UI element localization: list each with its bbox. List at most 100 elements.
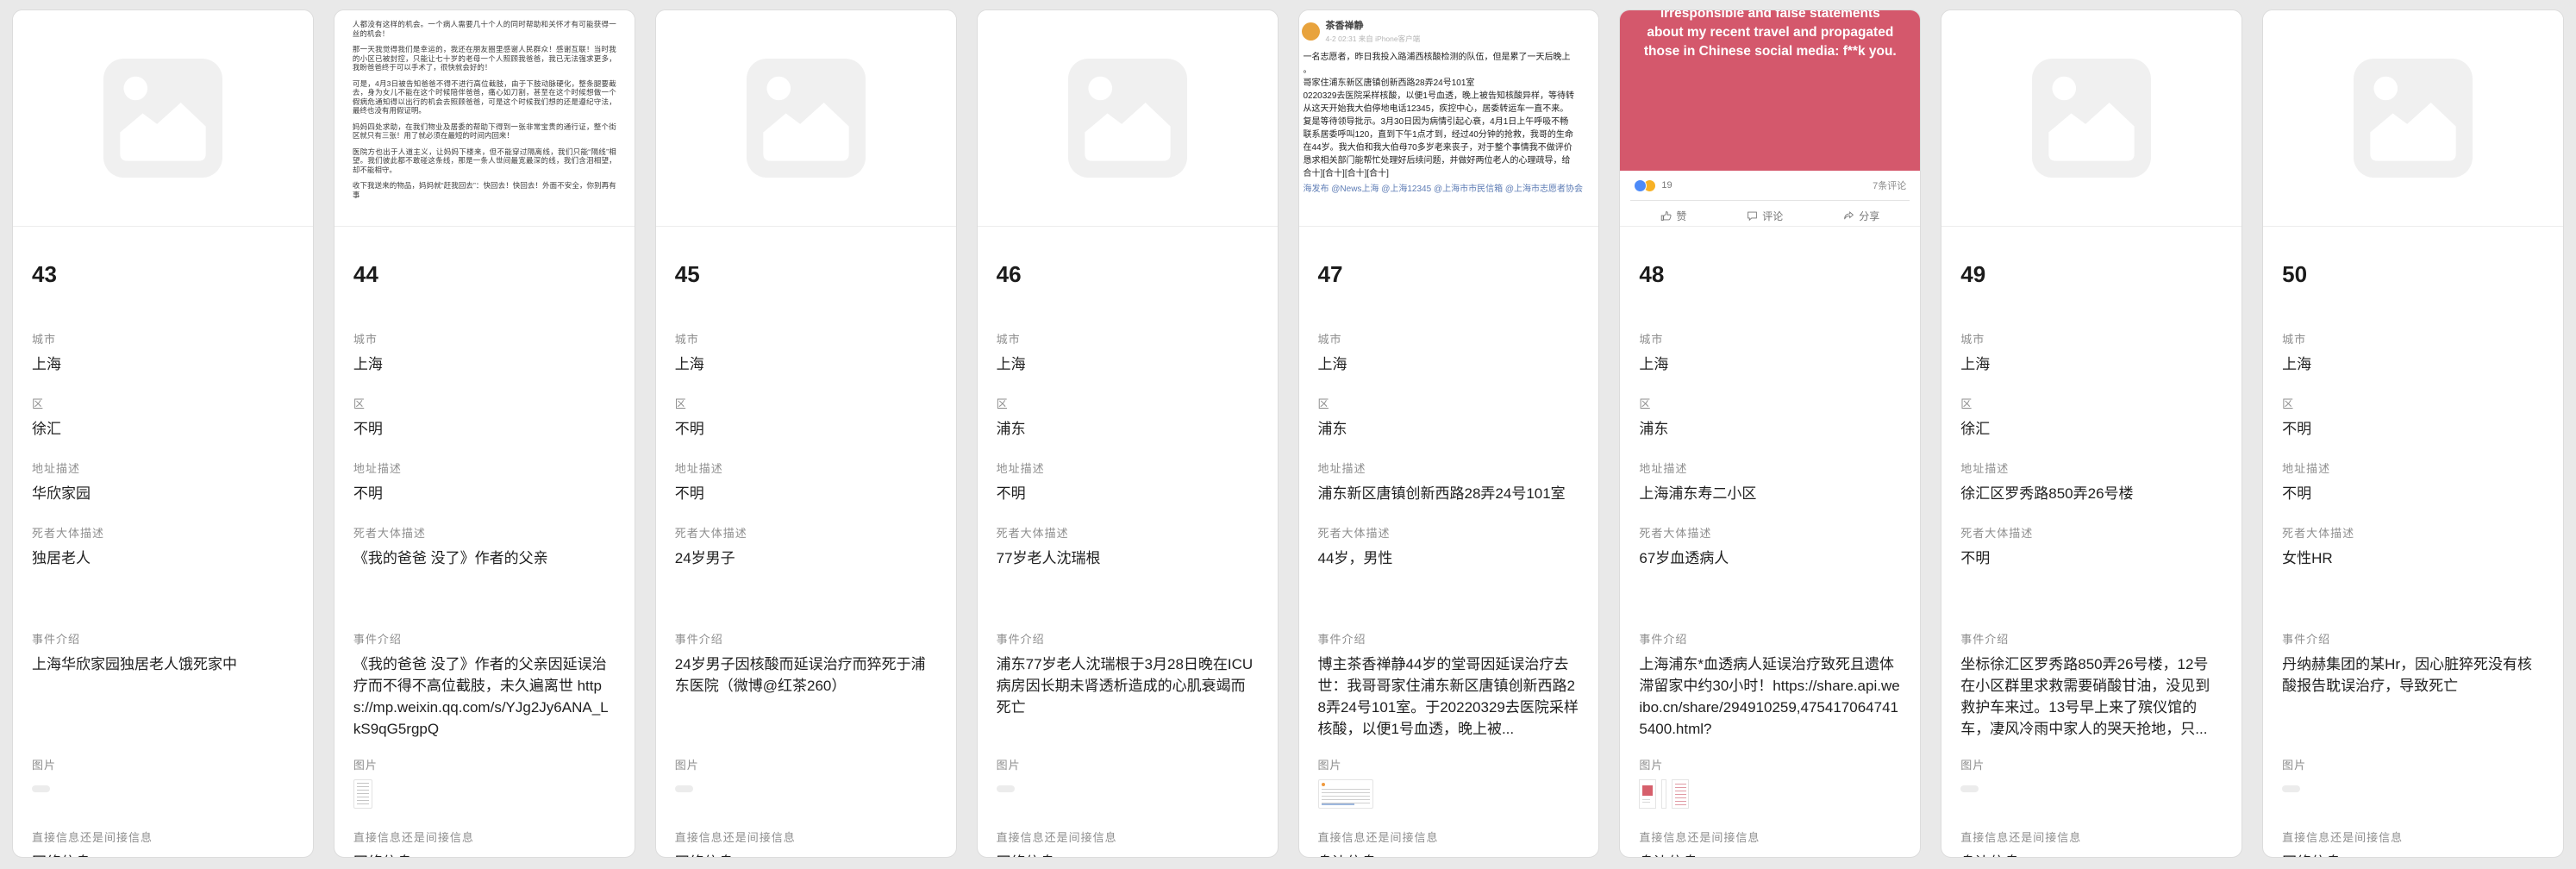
card-body: 50 城市 上海 区 不明 地址描述 不明 死者大体描述 女性HR 事件介绍 丹… (2263, 227, 2563, 857)
field-label-address: 地址描述 (997, 460, 1259, 476)
weibo-post-header: 茶香禅静4-2 02:31 来自 iPhone客户端 (1299, 18, 1599, 44)
weibo-post-line: 在44岁。我大伯和我大伯母70多岁老来丧子，对于整个事情我不做评价 (1304, 141, 1597, 154)
screenshot-paragraph: 妈妈四处求助，在我们物业及居委的帮助下得到一张非常宝贵的通行证，整个街区就只有三… (353, 122, 616, 141)
card-media (656, 10, 956, 226)
card-media (13, 10, 313, 226)
field-value-event: 24岁男子因核酸而延误治疗而猝死于浦东医院（微博@红茶260） (675, 653, 937, 697)
record-card[interactable]: 茶香禅静4-2 02:31 来自 iPhone客户端一名志愿者，昨日我投入路浦西… (1298, 9, 1600, 858)
image-attachments (1960, 779, 2223, 792)
field-value-district: 徐汇 (32, 418, 294, 440)
field-value-deceased: 44岁，男性 (1318, 547, 1580, 569)
field-value-event: 浦东77岁老人沈瑞根于3月28日晚在ICU病房因长期未肾透析造成的心肌衰竭而死亡 (997, 653, 1259, 718)
screenshot-paragraph: 那一天我觉得我们是幸运的，我还在朋友圈里感谢人民群众！感谢互联！当时我的小区已被… (353, 45, 616, 72)
like-button[interactable]: 赞 (1660, 209, 1686, 223)
image-attachments (675, 779, 937, 792)
action-label: 赞 (1676, 209, 1686, 223)
field-label-image: 图片 (997, 756, 1259, 772)
weibo-post-line: 合十][合十][合十][合十] (1304, 167, 1597, 180)
field-label-city: 城市 (1318, 330, 1580, 347)
field-value-city: 上海 (675, 353, 937, 375)
field-value-city: 上海 (1318, 353, 1580, 375)
image-attachments (997, 779, 1259, 792)
card-media: 人都没有这样的机会。一个病人需要几十个人的同时帮助和关怀才有可能获得一丝的机会！… (335, 10, 635, 226)
field-label-event: 事件介绍 (997, 630, 1259, 647)
field-value-direct: 网络信息 (997, 852, 1259, 857)
screenshot-paragraph: 人都没有这样的机会。一个病人需要几十个人的同时帮助和关怀才有可能获得一丝的机会！ (353, 20, 616, 38)
red-post-thumbnail[interactable] (1639, 779, 1656, 809)
image-thumbnail[interactable] (2282, 785, 2300, 792)
field-value-city: 上海 (1960, 353, 2223, 375)
record-card[interactable]: 49 城市 上海 区 徐汇 地址描述 徐汇区罗秀路850弄26号楼 死者大体描述… (1941, 9, 2242, 858)
facebook-post-background: irresponsible and false statements about… (1620, 10, 1920, 171)
field-label-direct: 直接信息还是间接信息 (2282, 828, 2544, 845)
field-label-direct: 直接信息还是间接信息 (353, 828, 616, 845)
weibo-screenshot-thumbnail[interactable] (1318, 779, 1373, 809)
field-label-city: 城市 (1960, 330, 2223, 347)
record-card[interactable]: 50 城市 上海 区 不明 地址描述 不明 死者大体描述 女性HR 事件介绍 丹… (2262, 9, 2564, 858)
card-body: 46 城市 上海 区 浦东 地址描述 不明 死者大体描述 77岁老人沈瑞根 事件… (978, 227, 1278, 857)
image-thumbnail[interactable] (32, 785, 50, 792)
field-label-deceased: 死者大体描述 (997, 524, 1259, 541)
field-label-deceased: 死者大体描述 (1318, 524, 1580, 541)
record-card[interactable]: 人都没有这样的机会。一个病人需要几十个人的同时帮助和关怀才有可能获得一丝的机会！… (334, 9, 635, 858)
weibo-post-line: 复是等待领导批示。3月30日因为病情引起心衰，4月1日上午呼吸不畅 (1304, 116, 1597, 128)
facebook-post-text: irresponsible and false statements about… (1620, 10, 1920, 61)
weibo-post-line: 联系居委呼叫120，直到下午1点才到，经过40分钟的抢救，我哥的生命 (1304, 128, 1597, 141)
action-label: 评论 (1762, 209, 1783, 223)
weibo-identity: 茶香禅静4-2 02:31 来自 iPhone客户端 (1326, 18, 1421, 44)
field-value-address: 不明 (353, 483, 616, 504)
comment-button[interactable]: 评论 (1747, 209, 1783, 223)
image-placeholder-icon (2032, 59, 2151, 178)
record-card[interactable]: 45 城市 上海 区 不明 地址描述 不明 死者大体描述 24岁男子 事件介绍 … (655, 9, 957, 858)
card-body: 44 城市 上海 区 不明 地址描述 不明 死者大体描述 《我的爸爸 没了》作者… (335, 227, 635, 857)
field-label-district: 区 (32, 395, 294, 411)
document-thumbnail[interactable] (353, 779, 372, 809)
red-text-thumbnail[interactable] (1672, 779, 1689, 809)
field-label-district: 区 (1960, 395, 2223, 411)
field-label-event: 事件介绍 (1639, 630, 1901, 647)
weibo-post-line: 恳求相关部门能帮忙处理好后续问题，并做好两位老人的心理疏导，给 (1304, 154, 1597, 167)
field-value-event: 坐标徐汇区罗秀路850弄26号楼，12号在小区群里求救需要硝酸甘油，没见到救护车… (1960, 653, 2223, 740)
card-media (1941, 10, 2241, 226)
card-media: irresponsible and false statements about… (1620, 10, 1920, 226)
field-label-direct: 直接信息还是间接信息 (1639, 828, 1901, 845)
like-icon (1660, 210, 1672, 222)
weibo-post-line: 从这天开始我大伯停地电话12345，疾控中心，居委转运车一直不来。 (1304, 103, 1597, 116)
field-value-direct: 网络信息 (32, 852, 294, 857)
field-value-address: 不明 (997, 483, 1259, 504)
screenshot-paragraph: 医院方也出于人道主义，让妈妈下楼来，但不能穿过隔离线，我们只能“隔线”相望。我们… (353, 147, 616, 175)
image-placeholder-icon (747, 59, 866, 178)
facebook-reactions-bar: 197条评论 (1620, 171, 1920, 198)
field-label-deceased: 死者大体描述 (32, 524, 294, 541)
weibo-post-screenshot: 茶香禅静4-2 02:31 来自 iPhone客户端一名志愿者，昨日我投入路浦西… (1299, 10, 1599, 195)
field-value-address: 上海浦东寿二小区 (1639, 483, 1901, 504)
record-card[interactable]: 46 城市 上海 区 浦东 地址描述 不明 死者大体描述 77岁老人沈瑞根 事件… (977, 9, 1279, 858)
image-thumbnail[interactable] (997, 785, 1015, 792)
field-value-deceased: 女性HR (2282, 547, 2544, 569)
like-reaction-icon (1634, 179, 1647, 192)
card-body: 49 城市 上海 区 徐汇 地址描述 徐汇区罗秀路850弄26号楼 死者大体描述… (1941, 227, 2241, 857)
field-value-event: 上海华欣家园独居老人饿死家中 (32, 653, 294, 675)
record-card[interactable]: 43 城市 上海 区 徐汇 地址描述 华欣家园 死者大体描述 独居老人 事件介绍… (12, 9, 314, 858)
field-value-city: 上海 (1639, 353, 1901, 375)
field-label-deceased: 死者大体描述 (2282, 524, 2544, 541)
field-label-deceased: 死者大体描述 (675, 524, 937, 541)
strip-thumbnail[interactable] (1661, 779, 1666, 809)
record-card[interactable]: irresponsible and false statements about… (1619, 9, 1921, 858)
field-value-deceased: 《我的爸爸 没了》作者的父亲 (353, 547, 616, 569)
image-thumbnail[interactable] (675, 785, 693, 792)
image-attachments (353, 779, 616, 809)
field-value-deceased: 不明 (1960, 547, 2223, 569)
field-value-address: 不明 (675, 483, 937, 504)
field-value-city: 上海 (2282, 353, 2544, 375)
card-body: 43 城市 上海 区 徐汇 地址描述 华欣家园 死者大体描述 独居老人 事件介绍… (13, 227, 313, 857)
comment-count[interactable]: 7条评论 (1873, 178, 1906, 192)
card-number: 44 (353, 261, 616, 312)
field-value-address: 华欣家园 (32, 483, 294, 504)
field-label-image: 图片 (2282, 756, 2544, 772)
card-number: 47 (1318, 261, 1580, 312)
field-label-city: 城市 (1639, 330, 1901, 347)
share-button[interactable]: 分享 (1843, 209, 1879, 223)
image-thumbnail[interactable] (1960, 785, 1979, 792)
thumbnail-link-line (1322, 803, 1354, 805)
